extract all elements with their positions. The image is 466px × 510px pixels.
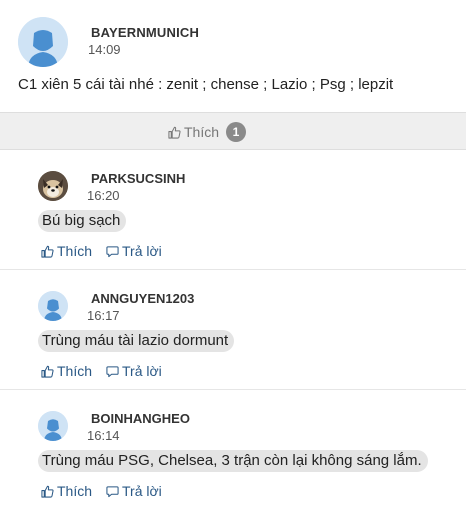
reply-item: ANNGUYEN1203 16:17 Trùng máu tài lazio d… (0, 270, 466, 390)
reply-header: PARKSUCSINH 16:20 (38, 171, 438, 207)
reply-button[interactable]: Trả lời (106, 243, 162, 259)
post-like-button[interactable]: Thích 1 (168, 122, 247, 142)
post-like-bar: Thích 1 (0, 112, 466, 150)
like-label: Thích (57, 363, 93, 379)
like-label: Thích (57, 483, 93, 499)
like-button[interactable]: Thích (41, 243, 92, 259)
thumbs-up-icon (41, 245, 54, 258)
reply-username[interactable]: PARKSUCSINH (91, 171, 185, 186)
dog-photo-icon (38, 171, 68, 201)
reply-button[interactable]: Trả lời (106, 483, 162, 499)
speech-bubble-icon (106, 485, 119, 497)
reply-username[interactable]: BOINHANGHEO (91, 411, 190, 426)
reply-time: 16:17 (87, 308, 120, 323)
reply-label: Trả lời (122, 483, 162, 499)
post-time: 14:09 (88, 42, 121, 57)
post-like-label: Thích (184, 124, 220, 140)
reply-item: BOINHANGHEO 16:14 Trùng máu PSG, Chelsea… (0, 390, 466, 510)
dog-photo-avatar[interactable] (38, 171, 68, 201)
reply-header: BOINHANGHEO 16:14 (38, 411, 438, 447)
post-content: C1 xiên 5 cái tài nhé : zenit ; chense ;… (18, 76, 394, 93)
speech-bubble-icon (106, 245, 119, 257)
reply-actions: Thích Trả lời (41, 363, 162, 379)
reply-button[interactable]: Trả lời (106, 363, 162, 379)
like-button[interactable]: Thích (41, 483, 92, 499)
reply-content: Trùng máu tài lazio dormunt (38, 330, 235, 352)
reply-username[interactable]: ANNGUYEN1203 (91, 291, 194, 306)
like-count-badge: 1 (226, 122, 247, 142)
reply-header: ANNGUYEN1203 16:17 (38, 291, 438, 327)
thumbs-up-icon (41, 485, 54, 498)
default-user-icon (38, 411, 68, 441)
speech-bubble-icon (106, 365, 119, 377)
reply-label: Trả lời (122, 243, 162, 259)
reply-time: 16:20 (87, 188, 120, 203)
reply-item: PARKSUCSINH 16:20 Bú big sạch Thích Trả … (0, 150, 466, 270)
reply-time: 16:14 (87, 428, 120, 443)
thumbs-up-icon (168, 126, 181, 139)
default-user-icon (38, 291, 68, 321)
reply-content: Trùng máu PSG, Chelsea, 3 trận còn lại k… (38, 450, 428, 472)
default-user-avatar[interactable] (38, 291, 68, 321)
reply-actions: Thích Trả lời (41, 483, 162, 499)
default-user-icon (18, 17, 68, 67)
reply-content: Bú big sạch (38, 210, 127, 232)
post-username[interactable]: BAYERNMUNICH (91, 25, 199, 40)
default-user-avatar[interactable] (38, 411, 68, 441)
reply-actions: Thích Trả lời (41, 243, 162, 259)
thumbs-up-icon (41, 365, 54, 378)
like-label: Thích (57, 243, 93, 259)
user-avatar[interactable] (18, 17, 68, 67)
reply-label: Trả lời (122, 363, 162, 379)
like-button[interactable]: Thích (41, 363, 92, 379)
